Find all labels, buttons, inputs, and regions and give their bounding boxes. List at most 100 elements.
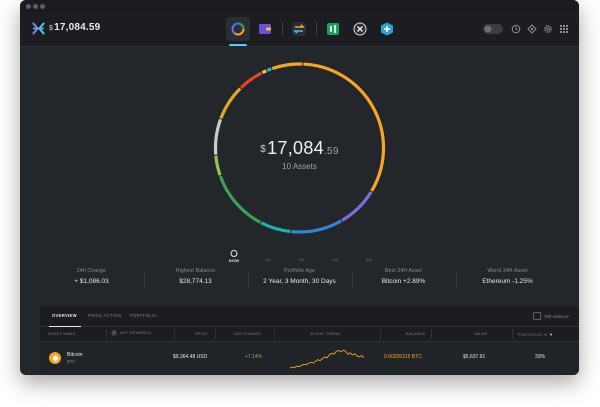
column-divider: [215, 329, 216, 339]
bitcoin-logo-icon: [51, 354, 59, 362]
column-divider: [174, 329, 175, 339]
range-6m[interactable]: 6M: [366, 257, 372, 262]
col-24h-change[interactable]: 24H CHANGE: [234, 332, 261, 336]
ring-segment[interactable]: [218, 175, 262, 224]
with-balance-label: With Balance: [544, 313, 569, 319]
table-row[interactable]: Bitcoin BTC $9,364.48 USD +7.14% 0.60205…: [40, 342, 579, 375]
x-app-icon: [353, 22, 367, 36]
assets-count: 10 Assets: [282, 162, 317, 171]
nav-app-3[interactable]: [375, 17, 399, 41]
col-apy-rewards[interactable]: ? APY REWARDS: [111, 330, 151, 336]
help-icon[interactable]: ?: [111, 330, 117, 336]
nav-app-1[interactable]: [321, 17, 345, 41]
settings-button[interactable]: [541, 22, 555, 36]
tab-price-action[interactable]: PRICE ACTION: [88, 313, 121, 318]
nav-divider: [316, 22, 317, 36]
col-portfolio-pct[interactable]: PORTFOLIO % ▼: [518, 332, 553, 337]
col-balance[interactable]: BALANCE: [406, 332, 426, 336]
stat-portfolio-age: Portfolio Age 2 Year, 3 Month, 30 Days: [248, 268, 351, 285]
stat-label: 24h Change: [76, 268, 107, 274]
nav-wallet[interactable]: [253, 17, 277, 41]
stat-value: Ethereum -1.25%: [482, 278, 533, 285]
col-30-day-trend[interactable]: 30 DAY TREND: [310, 332, 340, 336]
asset-24h-change: +7.14%: [245, 354, 263, 360]
with-balance-filter[interactable]: With Balance: [533, 312, 569, 320]
stat-label: Worst 24H Asset: [487, 268, 528, 274]
ring-segment[interactable]: [219, 87, 242, 119]
app-window: $17,084.59 $17,084.59 10 Assets NOW 1D 1…: [20, 0, 579, 375]
assets-panel: OVERVIEW PRICE ACTION PORTFOLIO With Bal…: [40, 306, 579, 375]
ring-segment[interactable]: [266, 67, 272, 72]
column-divider: [380, 329, 381, 339]
title-bar: [20, 0, 579, 12]
tab-overview[interactable]: OVERVIEW: [52, 313, 77, 318]
stat-value: 2 Year, 3 Month, 30 Days: [263, 278, 336, 285]
ring-segment[interactable]: [260, 221, 291, 234]
backup-icon: [527, 24, 537, 34]
time-range-selector: NOW 1D 1W 1M 6M: [228, 250, 378, 266]
grid-icon: [560, 25, 568, 33]
asset-name: Bitcoin: [67, 352, 83, 358]
history-icon: [511, 24, 521, 34]
nav-divider: [282, 22, 283, 36]
apps-grid-button[interactable]: [557, 22, 571, 36]
asset-value: $5,637.91: [463, 354, 486, 360]
gear-icon: [544, 25, 552, 33]
privacy-toggle[interactable]: [483, 22, 503, 36]
ring-segment[interactable]: [261, 69, 267, 75]
portfolio-ring-area: $17,084.59 10 Assets: [20, 46, 579, 266]
range-1m[interactable]: 1M: [332, 257, 338, 262]
stat-value: Bitcoin +2.89%: [381, 278, 426, 285]
header-total-balance: $17,084.59: [49, 22, 101, 33]
ring-segment[interactable]: [239, 71, 263, 89]
asset-symbol: BTC: [67, 359, 76, 364]
history-button[interactable]: [509, 22, 523, 36]
ring-segment[interactable]: [271, 62, 303, 71]
asset-balance: 0.60205315 BTC: [384, 354, 422, 360]
exodus-logo-icon: [32, 22, 45, 35]
stats-row: 24h Change + $1,086.03 Highest Balance $…: [40, 268, 559, 296]
timeline-marker: [230, 250, 238, 257]
stat-highest-balance: Highest Balance $28,774.13: [144, 268, 247, 285]
stat-worst-asset: Worst 24H Asset Ethereum -1.25%: [456, 268, 559, 285]
window-close-dot[interactable]: [26, 4, 31, 9]
range-1d[interactable]: 1D: [265, 257, 271, 262]
column-divider: [106, 329, 107, 339]
stat-24h-change: 24h Change + $1,086.03: [40, 268, 143, 285]
col-asset-name[interactable]: ASSET NAME: [48, 332, 75, 336]
column-divider: [512, 329, 513, 339]
ring-segment[interactable]: [291, 219, 342, 234]
asset-portfolio-pct: 33%: [535, 354, 546, 360]
window-minimize-dot[interactable]: [33, 4, 38, 9]
ring-segment[interactable]: [303, 62, 386, 192]
window-maximize-dot[interactable]: [40, 4, 45, 9]
stat-label: Portfolio Age: [284, 268, 315, 274]
nav-exchange[interactable]: [287, 17, 311, 41]
portfolio-ring-icon: [231, 22, 245, 36]
portfolio-balance: $17,084.59: [260, 138, 339, 158]
asset-price: $9,364.48 USD: [173, 354, 208, 360]
assets-tabs: OVERVIEW PRICE ACTION PORTFOLIO With Bal…: [40, 306, 579, 327]
range-now[interactable]: NOW: [229, 258, 239, 263]
stat-label: Best 24H Asset: [385, 268, 422, 274]
ring-segment[interactable]: [341, 190, 373, 222]
col-value[interactable]: VALUE: [474, 332, 488, 336]
backup-button[interactable]: [525, 22, 539, 36]
with-balance-checkbox[interactable]: [533, 312, 542, 320]
stat-value: + $1,086.03: [74, 278, 109, 285]
table-header: ASSET NAME ? APY REWARDS PRICE 24H CHANGE…: [40, 327, 579, 342]
stat-label: Highest Balance: [175, 268, 216, 274]
nav-app-2[interactable]: [348, 17, 372, 41]
top-bar: $17,084.59: [20, 12, 579, 47]
col-price[interactable]: PRICE: [195, 332, 208, 336]
trend-sparkline: [289, 349, 365, 369]
toggle-switch-icon: [483, 24, 503, 34]
wallet-icon: [259, 24, 271, 34]
plus-shield-icon: [381, 22, 393, 36]
column-divider: [274, 329, 275, 339]
stat-value: $28,774.13: [179, 278, 212, 285]
tab-portfolio[interactable]: PORTFOLIO: [130, 313, 157, 318]
exchange-icon: [292, 22, 306, 36]
range-1w[interactable]: 1W: [298, 257, 304, 262]
nav-portfolio[interactable]: [226, 17, 250, 46]
